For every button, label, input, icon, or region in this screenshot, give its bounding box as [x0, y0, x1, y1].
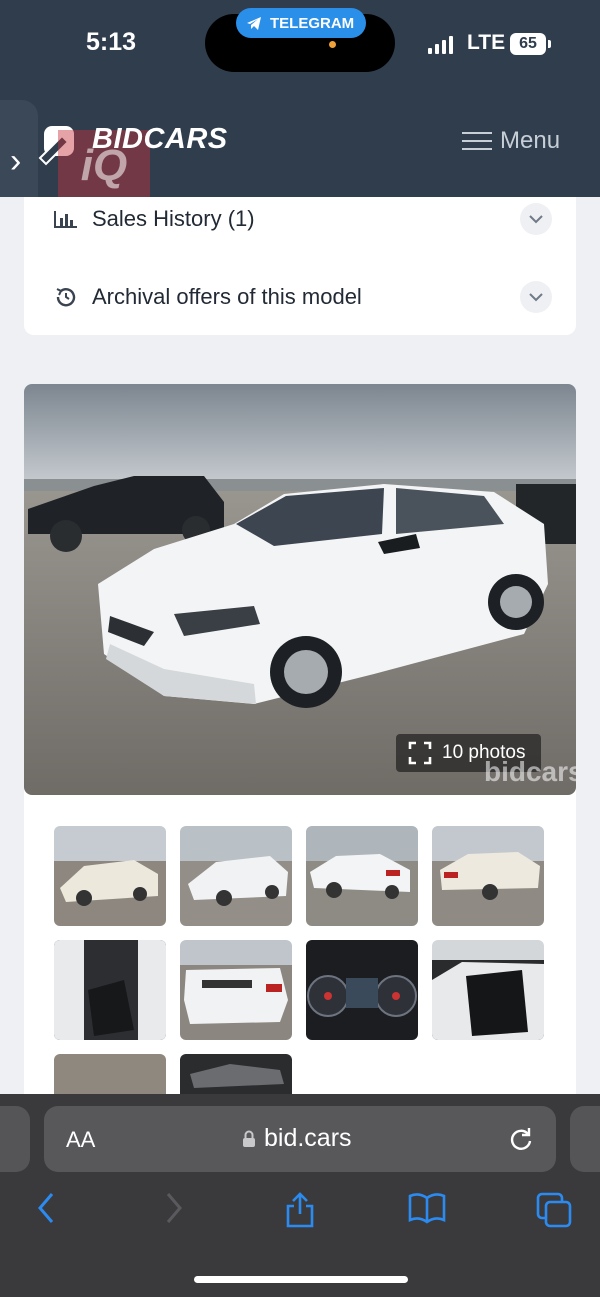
- previous-tab-preview[interactable]: [0, 1106, 30, 1172]
- battery-icon: 65: [510, 33, 546, 55]
- status-time: 5:13: [86, 28, 137, 56]
- chevron-down-icon[interactable]: [520, 203, 552, 235]
- history-icon: [52, 285, 80, 309]
- bar-chart-icon: [52, 209, 80, 229]
- photo-gallery-card: 10 photos bidcars: [24, 384, 576, 1094]
- gallery-thumbnail[interactable]: [180, 826, 292, 926]
- text-size-button[interactable]: AA: [66, 1127, 95, 1153]
- menu-button[interactable]: Menu: [462, 126, 560, 156]
- url-text: bid.cars: [264, 1124, 352, 1152]
- telegram-pill[interactable]: TELEGRAM: [236, 8, 367, 38]
- share-icon[interactable]: [284, 1192, 316, 1237]
- expand-icon: [408, 741, 432, 765]
- gallery-thumbnail[interactable]: [54, 826, 166, 926]
- bookmarks-icon[interactable]: [408, 1192, 446, 1233]
- gallery-thumbnail[interactable]: [306, 940, 418, 1040]
- gallery-thumbnail[interactable]: [54, 940, 166, 1040]
- history-card: Sales History (1) Archival offers of thi…: [24, 197, 576, 335]
- home-indicator: [194, 1276, 408, 1283]
- url-field[interactable]: bid.cars: [242, 1124, 352, 1153]
- hamburger-icon: [462, 126, 492, 156]
- back-icon[interactable]: [36, 1192, 56, 1233]
- gallery-thumbnail[interactable]: [432, 826, 544, 926]
- main-car-photo[interactable]: 10 photos bidcars: [24, 384, 576, 795]
- site-logo-text[interactable]: BIDCARS: [92, 123, 228, 156]
- reload-icon[interactable]: [508, 1126, 534, 1159]
- battery-tip: [548, 40, 551, 48]
- chevron-down-icon[interactable]: [520, 281, 552, 313]
- network-type: LTE: [467, 31, 506, 54]
- sales-history-label: Sales History (1): [92, 206, 255, 231]
- gallery-thumbnail[interactable]: [54, 1054, 166, 1094]
- archival-offers-row[interactable]: Archival offers of this model: [52, 277, 362, 317]
- forward-icon[interactable]: [164, 1192, 184, 1233]
- menu-label: Menu: [500, 127, 561, 154]
- next-tab-preview[interactable]: [570, 1106, 600, 1172]
- signal-icon: [428, 36, 453, 54]
- gallery-thumbnail[interactable]: [180, 1054, 292, 1094]
- gallery-thumbnail[interactable]: [306, 826, 418, 926]
- telegram-icon: [247, 16, 261, 30]
- lock-icon: [243, 1130, 255, 1147]
- gallery-thumbnail[interactable]: [180, 940, 292, 1040]
- sales-history-row[interactable]: Sales History (1): [52, 199, 255, 239]
- archival-offers-label: Archival offers of this model: [92, 284, 362, 309]
- status-bar: 5:13 TELEGRAM LTE 65: [0, 0, 600, 90]
- chevron-left-icon: ›: [10, 142, 22, 180]
- activity-dot: [329, 41, 336, 48]
- telegram-label: TELEGRAM: [270, 14, 355, 32]
- page-content: Sales History (1) Archival offers of thi…: [0, 197, 600, 1094]
- tabs-icon[interactable]: [536, 1192, 572, 1237]
- image-watermark: bidcars: [484, 756, 576, 787]
- gallery-thumbnail[interactable]: [432, 940, 544, 1040]
